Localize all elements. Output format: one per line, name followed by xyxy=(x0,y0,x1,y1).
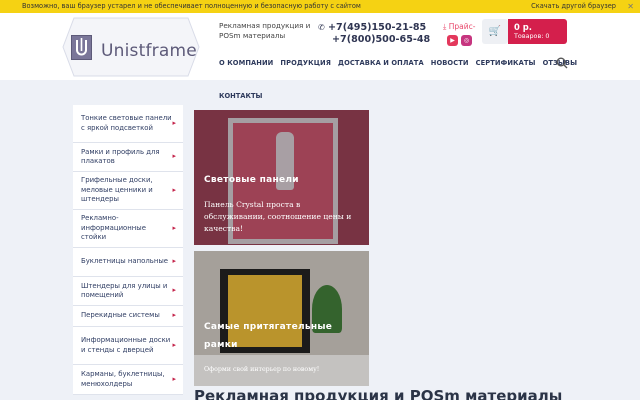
logo-mark-icon xyxy=(71,35,92,60)
sidebar-item[interactable]: Рамки и профиль для плакатов ▸ xyxy=(73,143,183,172)
search-icon[interactable] xyxy=(556,57,568,72)
chevron-right-icon: ▸ xyxy=(172,374,176,383)
phone-row[interactable]: ✆ +7(495)150-21-85 xyxy=(318,21,430,33)
banner-title: Самые притягательные рамки xyxy=(204,322,333,350)
download-browser-link[interactable]: Скачать другой браузер xyxy=(531,0,616,13)
warning-message: Возможно, ваш браузер устарел и не обесп… xyxy=(22,2,361,10)
site-header: Unistframe Рекламная продукция и POSm ма… xyxy=(0,13,640,80)
price-link-label: Прайс- xyxy=(448,22,476,31)
nav-item-about[interactable]: О КОМПАНИИ xyxy=(219,59,273,67)
phone-block: ✆ +7(495)150-21-85 +7(800)500-65-48 xyxy=(318,21,430,45)
sidebar-item-label: Рамки и профиль для плакатов xyxy=(81,147,160,165)
sidebar-item[interactable]: Рекламно-информационные стойки ▸ xyxy=(73,210,183,248)
chevron-right-icon: ▸ xyxy=(172,223,176,232)
instagram-icon[interactable]: ◎ xyxy=(461,35,472,46)
chevron-right-icon: ▸ xyxy=(172,286,176,295)
sidebar-item[interactable]: Карманы, буклетницы, менюхолдеры ▸ xyxy=(73,365,183,395)
sidebar-item[interactable]: Буклетницы напольные ▸ xyxy=(73,248,183,277)
close-icon[interactable]: ✕ xyxy=(627,0,634,13)
sidebar-item-label: Информационные доски и стенды с дверцей xyxy=(81,336,171,354)
nav-item-contacts[interactable]: КОНТАКТЫ xyxy=(219,92,262,100)
banner-description: Панель Crystal проста в обслуживании, со… xyxy=(204,200,352,233)
phone-icon: ✆ xyxy=(318,22,325,32)
price-list-link[interactable]: ⤓ Прайс- xyxy=(443,22,475,32)
nav-item-delivery[interactable]: ДОСТАВКА И ОПЛАТА xyxy=(338,59,424,67)
cart-count: Товаров: 0 xyxy=(514,32,550,40)
page-title: Рекламная продукция и POSm материалы xyxy=(194,387,563,400)
sidebar-item[interactable]: Грифельные доски, меловые ценники и штен… xyxy=(73,172,183,210)
chevron-right-icon: ▸ xyxy=(172,340,176,349)
chevron-right-icon: ▸ xyxy=(172,257,176,266)
nav-item-news[interactable]: НОВОСТИ xyxy=(431,59,469,67)
cart-sum: 0 р. xyxy=(514,22,532,32)
sidebar-item-label: Перекидные системы xyxy=(81,311,160,320)
chevron-right-icon: ▸ xyxy=(172,311,176,320)
catalog-sidebar: Тонкие световые панели с яркой подсветко… xyxy=(73,105,183,395)
sidebar-item[interactable]: Информационные доски и стенды с дверцей ▸ xyxy=(73,327,183,365)
banner-frames[interactable]: Самые притягательные рамки Оформи свой и… xyxy=(194,251,369,386)
chevron-right-icon: ▸ xyxy=(172,185,176,194)
sidebar-item[interactable]: Штендеры для улицы и помещений ▸ xyxy=(73,277,183,306)
sidebar-item-label: Штендеры для улицы и помещений xyxy=(81,281,168,299)
chevron-right-icon: ▸ xyxy=(172,118,176,127)
youtube-icon[interactable]: ▶ xyxy=(447,35,458,46)
phone-number: +7(495)150-21-85 xyxy=(328,21,427,33)
phone-number: +7(800)500-65-48 xyxy=(332,33,431,45)
chevron-right-icon: ▸ xyxy=(172,152,176,161)
nav-item-products[interactable]: ПРОДУКЦИЯ xyxy=(280,59,331,67)
sidebar-item-label: Рекламно-информационные стойки xyxy=(81,214,146,242)
banner-light-panels[interactable]: Световые панели Панель Crystal проста в … xyxy=(194,110,369,245)
banner-title: Световые панели xyxy=(204,175,299,185)
social-links: ▶ ◎ xyxy=(447,35,472,46)
sidebar-item-label: Буклетницы напольные xyxy=(81,257,169,266)
tagline: Рекламная продукция и POSm материалы xyxy=(219,21,311,40)
sidebar-item-label: Тонкие световые панели с яркой подсветко… xyxy=(81,114,172,132)
nav-item-certificates[interactable]: СЕРТИФИКАТЫ xyxy=(476,59,536,67)
sidebar-item-label: Карманы, буклетницы, менюхолдеры xyxy=(81,370,165,388)
banner-description: Оформи свой интерьер по новому! xyxy=(204,366,320,373)
logo[interactable]: Unistframe xyxy=(62,17,200,77)
sidebar-item[interactable]: Перекидные системы ▸ xyxy=(73,306,183,327)
sidebar-item-label: Грифельные доски, меловые ценники и штен… xyxy=(81,176,153,204)
cart-icon[interactable]: 🛒 xyxy=(482,19,508,44)
phone-row[interactable]: +7(800)500-65-48 xyxy=(318,33,430,45)
sidebar-item[interactable]: Тонкие световые панели с яркой подсветко… xyxy=(73,105,183,143)
cart-button[interactable]: 0 р. Товаров: 0 xyxy=(508,19,567,44)
logo-text: Unistframe xyxy=(101,41,197,61)
browser-warning-bar: Возможно, ваш браузер устарел и не обесп… xyxy=(0,0,640,13)
main-nav: О КОМПАНИИ ПРОДУКЦИЯ ДОСТАВКА И ОПЛАТА Н… xyxy=(219,59,584,67)
